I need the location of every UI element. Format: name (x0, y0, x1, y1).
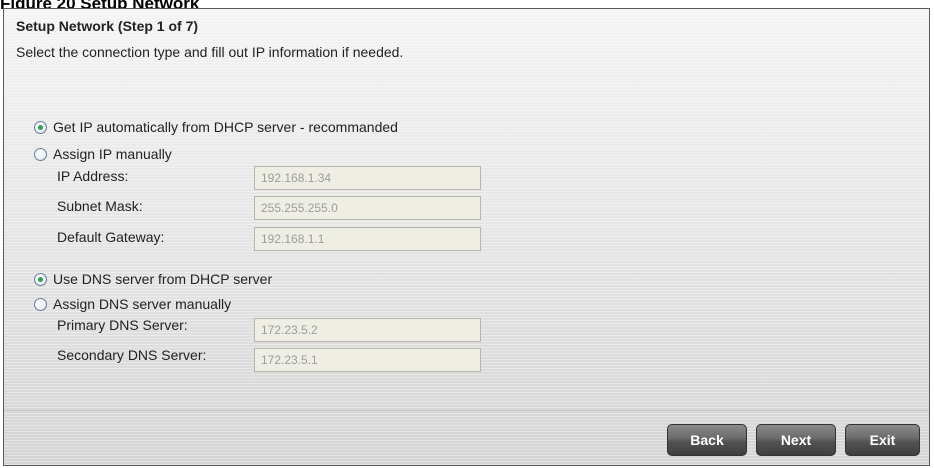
subnet-mask-label: Subnet Mask: (57, 198, 143, 214)
ip-manual-option[interactable]: Assign IP manually (34, 146, 172, 162)
ip-dhcp-option[interactable]: Get IP automatically from DHCP server - … (34, 119, 398, 135)
footer-divider (4, 410, 929, 411)
ip-address-field[interactable] (254, 166, 481, 190)
ip-manual-radio[interactable] (34, 147, 47, 161)
page-title: Setup Network (Step 1 of 7) (16, 18, 199, 34)
default-gateway-label: Default Gateway: (57, 229, 165, 245)
dns-dhcp-option[interactable]: Use DNS server from DHCP server (34, 271, 272, 287)
next-button[interactable]: Next (756, 424, 836, 456)
ip-address-label: IP Address: (57, 168, 129, 184)
dns-dhcp-radio[interactable] (34, 272, 47, 286)
ip-manual-label: Assign IP manually (53, 146, 172, 162)
page-subtitle: Select the connection type and fill out … (16, 44, 404, 60)
ip-dhcp-label: Get IP automatically from DHCP server - … (53, 119, 398, 135)
exit-button[interactable]: Exit (845, 424, 920, 456)
subnet-mask-field[interactable] (254, 196, 481, 220)
primary-dns-label: Primary DNS Server: (57, 317, 188, 333)
default-gateway-field[interactable] (254, 227, 481, 251)
dns-dhcp-label: Use DNS server from DHCP server (53, 271, 273, 287)
dns-manual-label: Assign DNS server manually (53, 296, 232, 312)
ip-dhcp-radio[interactable] (34, 120, 47, 134)
secondary-dns-label: Secondary DNS Server: (57, 347, 207, 363)
back-button[interactable]: Back (667, 424, 747, 456)
primary-dns-field[interactable] (254, 318, 481, 342)
setup-network-panel: Setup Network (Step 1 of 7) Select the c… (3, 8, 930, 466)
dns-manual-radio[interactable] (34, 297, 47, 311)
dns-manual-option[interactable]: Assign DNS server manually (34, 296, 231, 312)
secondary-dns-field[interactable] (254, 348, 481, 372)
